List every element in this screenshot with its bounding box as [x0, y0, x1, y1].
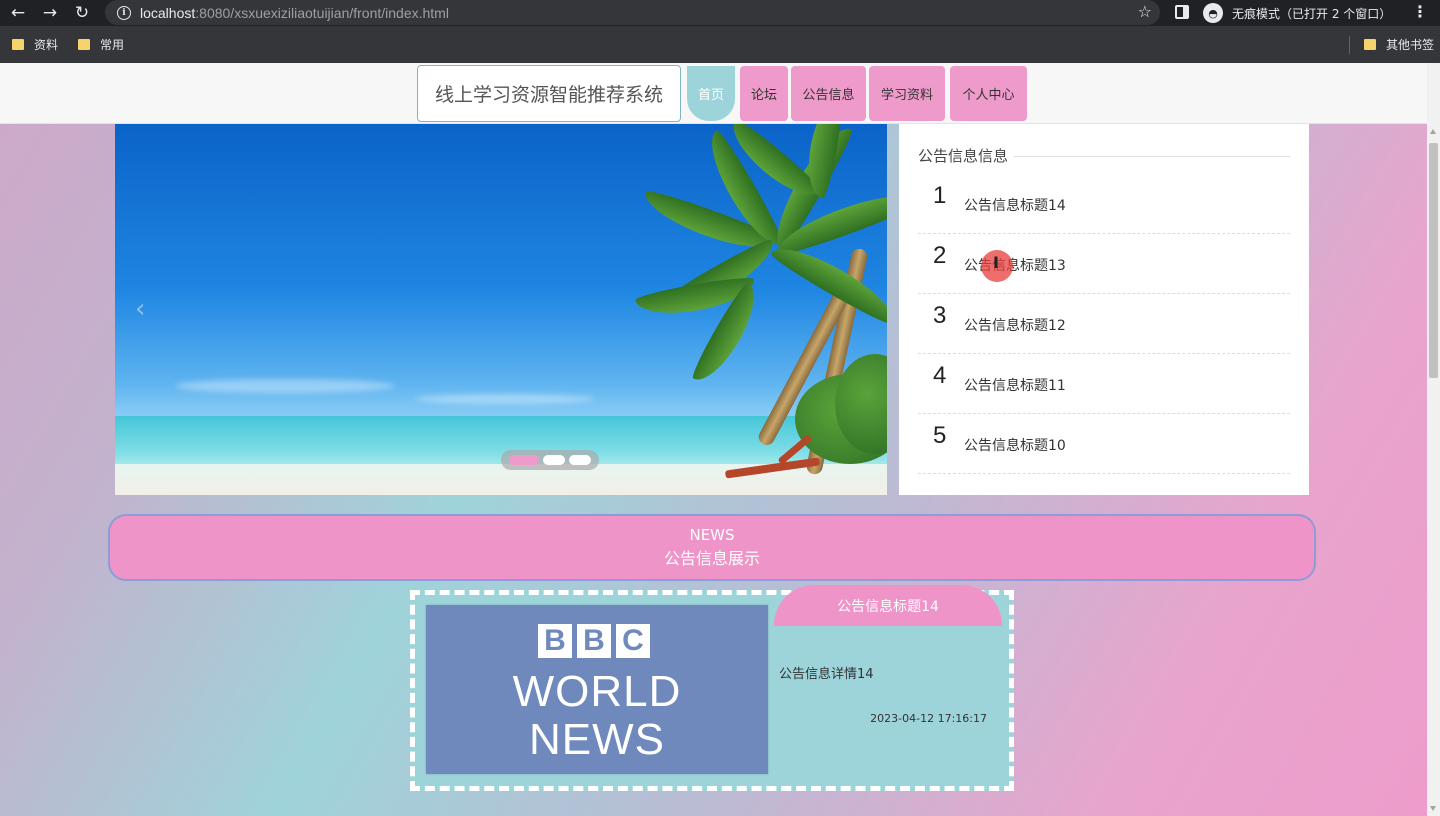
list-item[interactable]: 1 公告信息标题14 — [918, 174, 1290, 234]
news-card-description: 公告信息详情14 — [779, 667, 874, 682]
address-bar[interactable]: i localhost:8080/xsxuexiziliaotuijian/fr… — [105, 0, 1160, 25]
folder-icon — [12, 39, 24, 50]
carousel-dot-3[interactable] — [569, 455, 591, 465]
list-item-title[interactable]: 公告信息标题12 — [964, 315, 1066, 335]
nav-forum[interactable]: 论坛 — [740, 66, 788, 121]
news-card-image[interactable]: B B C WORLD NEWS — [426, 605, 768, 774]
list-item[interactable]: 2 公告信息标题13 — [918, 234, 1290, 294]
bookmarks-divider — [1349, 36, 1350, 54]
news-card-title[interactable]: 公告信息标题14 — [774, 585, 1002, 626]
list-item[interactable]: 4 公告信息标题11 — [918, 354, 1290, 414]
logo-line-news: NEWS — [529, 715, 665, 764]
cloud — [175, 379, 395, 393]
bookmark-label: 其他书签 — [1385, 38, 1434, 52]
news-card[interactable]: B B C WORLD NEWS 公告信息标题14 公告信息详情14 2023-… — [410, 585, 1014, 791]
logo-line-world: WORLD — [512, 667, 682, 716]
list-item-number: 4 — [933, 362, 947, 389]
text-cursor-icon: I — [993, 253, 999, 272]
page-viewport: 线上学习资源智能推荐系统 首页 论坛 公告信息 学习资料 个人中心 ‹ 公告信息… — [0, 63, 1427, 816]
carousel-dot-2[interactable] — [543, 455, 565, 465]
nav-announcements[interactable]: 公告信息 — [791, 66, 866, 121]
folder-icon — [78, 39, 91, 50]
scroll-down-icon[interactable] — [1430, 806, 1436, 811]
bookmark-star-icon[interactable]: ☆ — [1138, 2, 1152, 21]
site-info-icon[interactable]: i — [117, 5, 131, 20]
logo-letter: C — [616, 624, 650, 658]
list-item-number: 1 — [933, 182, 947, 209]
site-title: 线上学习资源智能推荐系统 — [417, 65, 681, 122]
news-card-timestamp: 2023-04-12 17:16:17 — [870, 712, 987, 725]
list-item-number: 5 — [933, 422, 947, 449]
list-item-title[interactable]: 公告信息标题10 — [964, 435, 1066, 455]
nav-study-materials[interactable]: 学习资料 — [869, 66, 945, 121]
image-carousel[interactable]: ‹ — [115, 124, 887, 495]
url-text[interactable]: localhost:8080/xsxuexiziliaotuijian/fron… — [140, 5, 449, 21]
bookmark-folder-changyong[interactable]: 常用 — [78, 36, 124, 53]
list-item[interactable]: 5 公告信息标题10 — [918, 414, 1290, 474]
section-banner: NEWS 公告信息展示 — [108, 514, 1316, 581]
incognito-indicator[interactable]: ◓ 无痕模式（已打开 2 个窗口） — [1203, 1, 1403, 25]
banner-title-cn: 公告信息展示 — [663, 549, 760, 568]
bookmark-label: 常用 — [100, 38, 125, 52]
list-item-title[interactable]: 公告信息标题13 — [964, 255, 1066, 275]
list-item-title[interactable]: 公告信息标题14 — [964, 195, 1066, 215]
nav-personal-center[interactable]: 个人中心 — [950, 66, 1027, 121]
list-item-title[interactable]: 公告信息标题11 — [964, 375, 1066, 395]
page-scrollbar[interactable] — [1427, 63, 1440, 816]
other-bookmarks[interactable]: 其他书签 — [1363, 36, 1434, 53]
logo-letter: B — [538, 624, 572, 658]
carousel-prev-arrow[interactable]: ‹ — [135, 294, 145, 324]
incognito-label: 无痕模式（已打开 2 个窗口） — [1232, 6, 1392, 21]
banner-title-en: NEWS — [689, 526, 735, 544]
reload-icon[interactable]: ↻ — [66, 0, 98, 26]
browser-menu-icon[interactable]: ⋮ — [1412, 2, 1428, 21]
bookmarks-bar: 资料 常用 其他书签 — [0, 26, 1440, 63]
browser-toolbar: ← → ↻ i localhost:8080/xsxuexiziliaotuij… — [0, 0, 1440, 26]
back-icon[interactable]: ← — [2, 0, 34, 26]
list-item-number: 3 — [933, 302, 947, 329]
announcement-list-panel: 公告信息信息 1 公告信息标题14 2 公告信息标题13 3 公告信息标题12 … — [899, 124, 1309, 495]
scroll-up-icon[interactable] — [1430, 129, 1436, 134]
cloud — [415, 394, 595, 404]
carousel-indicators — [501, 450, 599, 470]
list-item-number: 2 — [933, 242, 947, 269]
forward-icon[interactable]: → — [34, 0, 66, 26]
list-item[interactable]: 3 公告信息标题12 — [918, 294, 1290, 354]
bookmark-folder-ziliao[interactable]: 资料 — [12, 36, 58, 53]
panel-heading: 公告信息信息 — [918, 147, 1009, 165]
bbc-logo: B B C — [538, 624, 650, 658]
scroll-thumb[interactable] — [1429, 143, 1438, 378]
heading-rule — [1014, 156, 1290, 157]
site-header: 线上学习资源智能推荐系统 首页 论坛 公告信息 学习资料 个人中心 — [0, 63, 1427, 124]
carousel-dot-1[interactable] — [509, 455, 539, 465]
logo-letter: B — [577, 624, 611, 658]
nav-home[interactable]: 首页 — [687, 66, 735, 121]
folder-icon — [1363, 39, 1376, 50]
bookmark-label: 资料 — [34, 38, 59, 52]
side-panel-icon[interactable] — [1175, 5, 1189, 19]
incognito-icon: ◓ — [1203, 3, 1223, 23]
